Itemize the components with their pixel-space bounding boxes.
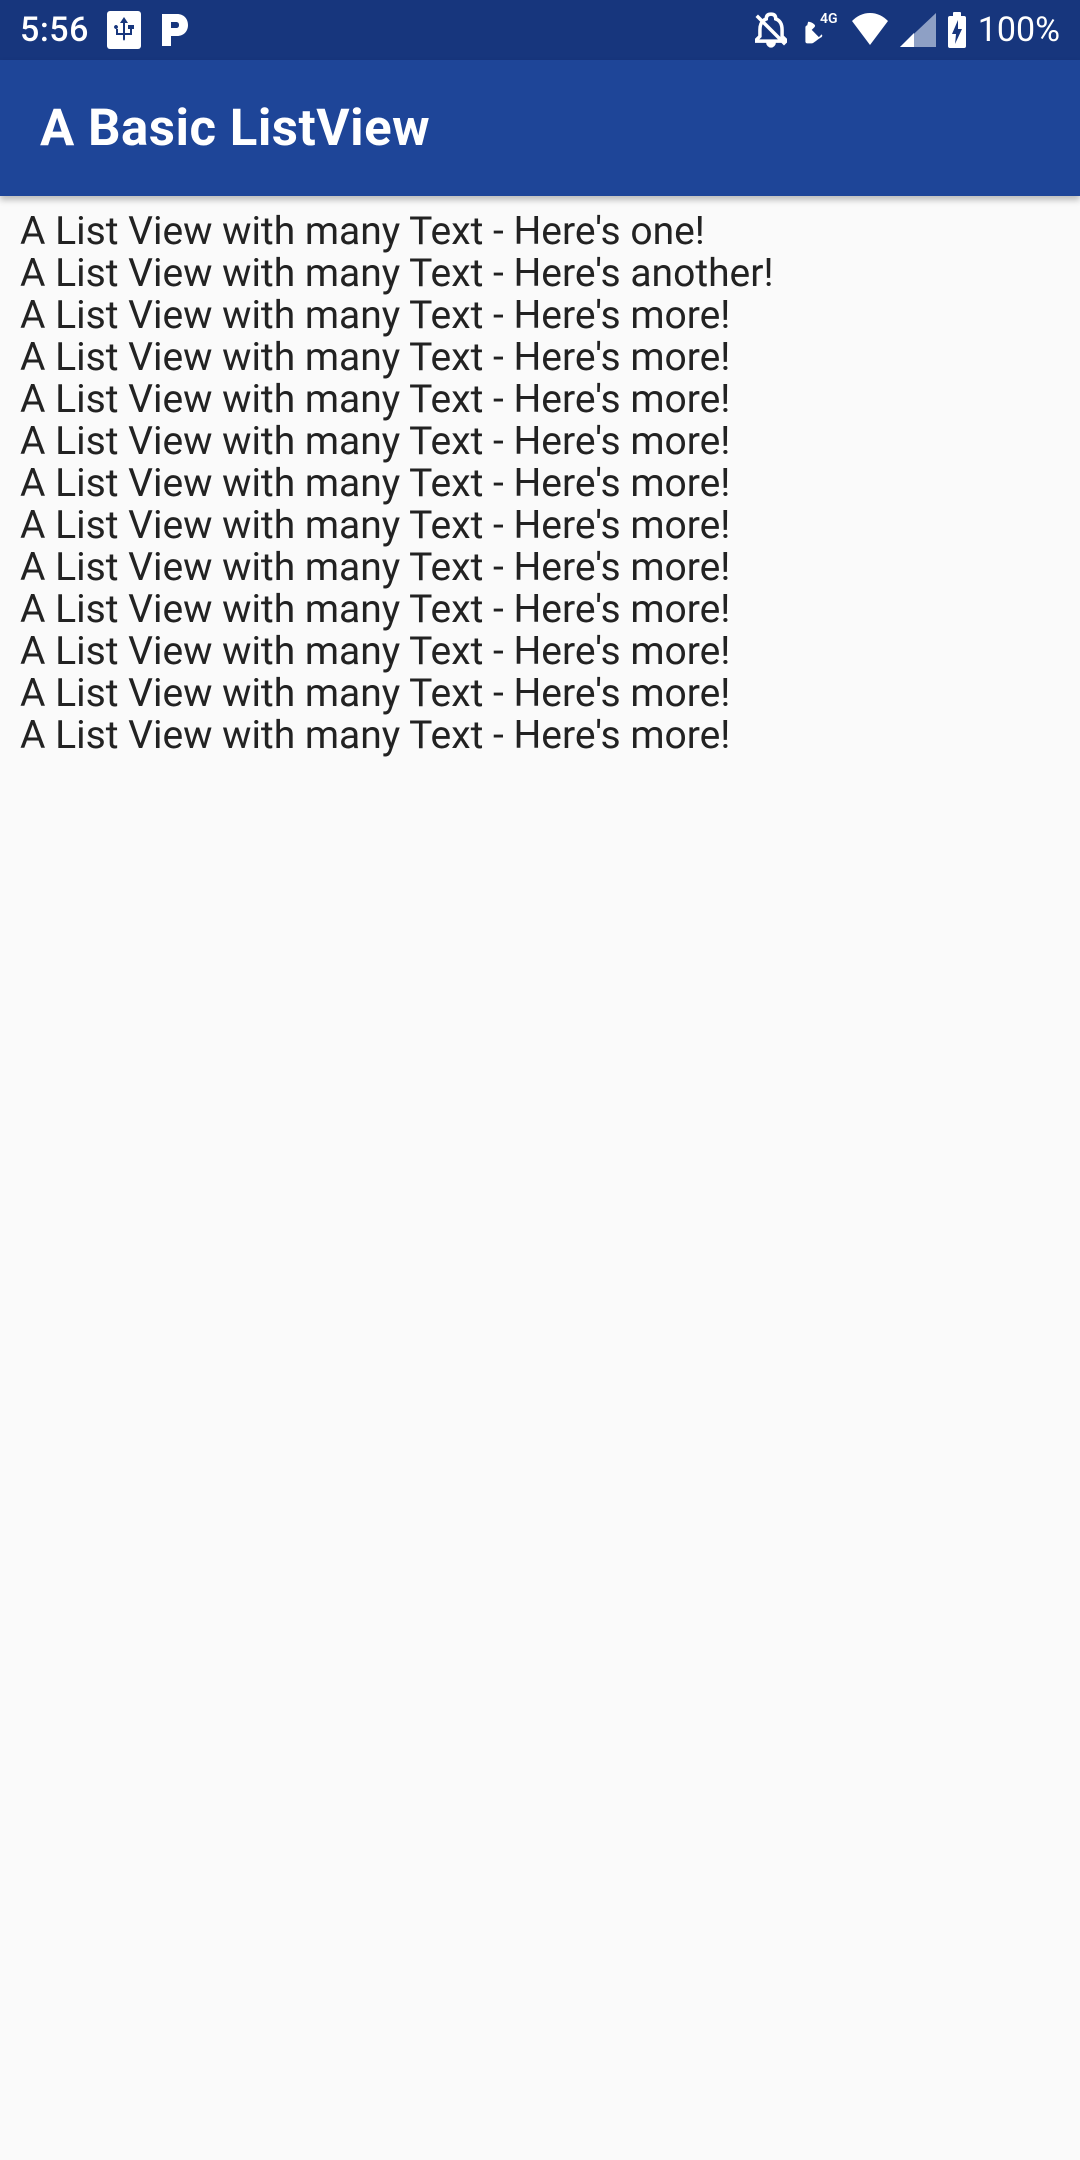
status-right: 4G 100%: [752, 10, 1060, 50]
p-icon: [159, 12, 189, 48]
usb-icon: [107, 11, 141, 49]
list-item[interactable]: A List View with many Text - Here's more…: [20, 672, 1060, 714]
signal-icon: [900, 13, 936, 47]
list-item[interactable]: A List View with many Text - Here's more…: [20, 378, 1060, 420]
status-bar: 5:56 4G: [0, 0, 1080, 60]
svg-text:4G: 4G: [820, 11, 838, 27]
list-item[interactable]: A List View with many Text - Here's more…: [20, 546, 1060, 588]
list-item[interactable]: A List View with many Text - Here's more…: [20, 420, 1060, 462]
list-item[interactable]: A List View with many Text - Here's more…: [20, 294, 1060, 336]
list-item[interactable]: A List View with many Text - Here's more…: [20, 336, 1060, 378]
list-item[interactable]: A List View with many Text - Here's more…: [20, 504, 1060, 546]
phone-4g-icon: 4G: [800, 11, 840, 49]
status-time: 5:56: [20, 10, 89, 50]
list-item[interactable]: A List View with many Text - Here's more…: [20, 714, 1060, 756]
list-item[interactable]: A List View with many Text - Here's more…: [20, 630, 1060, 672]
list-item[interactable]: A List View with many Text - Here's more…: [20, 462, 1060, 504]
battery-percent: 100%: [978, 10, 1060, 50]
app-bar: A Basic ListView: [0, 60, 1080, 196]
list-item[interactable]: A List View with many Text - Here's more…: [20, 588, 1060, 630]
list-view[interactable]: A List View with many Text - Here's one!…: [0, 196, 1080, 756]
bell-off-icon: [752, 11, 790, 49]
wifi-icon: [850, 13, 890, 47]
battery-charging-icon: [946, 12, 968, 48]
app-title: A Basic ListView: [40, 99, 430, 158]
list-item[interactable]: A List View with many Text - Here's one!: [20, 210, 1060, 252]
list-item[interactable]: A List View with many Text - Here's anot…: [20, 252, 1060, 294]
status-left: 5:56: [20, 10, 189, 50]
